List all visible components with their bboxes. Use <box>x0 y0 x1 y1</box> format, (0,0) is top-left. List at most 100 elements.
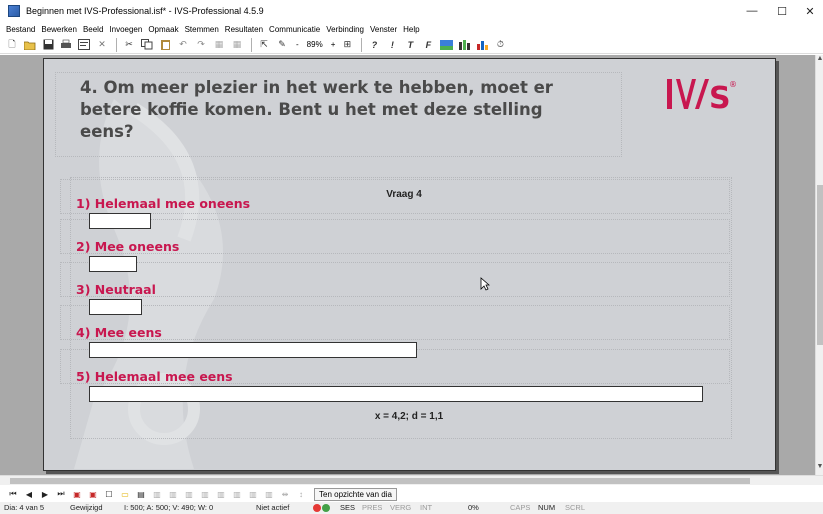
layout-4-icon[interactable]: ▥ <box>198 488 212 500</box>
menu-stemmen[interactable]: Stemmen <box>185 25 219 34</box>
pointer-icon[interactable]: ⇱ <box>256 38 272 52</box>
toolbar-separator <box>116 37 117 52</box>
properties-icon[interactable] <box>76 38 92 52</box>
new-file-icon[interactable]: 🗋 <box>4 38 20 52</box>
delete-icon[interactable]: ✕ <box>94 38 110 52</box>
save-icon[interactable] <box>40 38 56 52</box>
single-slide-icon[interactable]: ☐ <box>102 488 116 500</box>
toolbar-separator <box>251 37 252 52</box>
image-icon[interactable] <box>438 38 454 52</box>
menu-venster[interactable]: Venster <box>370 25 397 34</box>
status-percent: 0% <box>468 503 479 512</box>
close-button[interactable]: ✕ <box>795 0 823 22</box>
app-icon <box>8 5 20 17</box>
status-activity: Niet actief <box>256 503 290 512</box>
status-verg: VERG <box>390 503 412 512</box>
menu-help[interactable]: Help <box>403 25 419 34</box>
copy-icon[interactable] <box>139 38 155 52</box>
green-status-icon <box>322 504 330 512</box>
scroll-down-icon[interactable]: ▼ <box>816 463 823 473</box>
category-label-2: 2) Mee oneens <box>76 239 180 254</box>
vertical-scrollbar[interactable]: ▲ ▼ <box>815 55 823 475</box>
window-title: Beginnen met IVS-Professional.isf* - IVS… <box>26 6 264 16</box>
previous-slide-icon[interactable]: ◀ <box>22 488 36 500</box>
status-state: Gewijzigd <box>70 503 103 512</box>
svg-text:S: S <box>709 81 731 116</box>
zoom-in-button[interactable]: + <box>331 40 336 49</box>
menu-communicatie[interactable]: Communicatie <box>269 25 320 34</box>
menu-opmaak[interactable]: Opmaak <box>148 25 178 34</box>
question-title[interactable]: 4. Om meer plezier in het werk te hebben… <box>80 77 600 143</box>
question-icon[interactable]: ? <box>366 38 382 52</box>
layout-2-icon[interactable]: ▥ <box>166 488 180 500</box>
bar-1 <box>89 213 151 229</box>
bar-2 <box>89 256 137 272</box>
slide-paste-icon[interactable]: ▦ <box>229 38 245 52</box>
maximize-button[interactable]: ☐ <box>767 0 797 22</box>
menu-bestand[interactable]: Bestand <box>6 25 35 34</box>
menu-bar: Bestand Bewerken Beeld Invoegen Opmaak S… <box>0 22 823 36</box>
people-icon[interactable] <box>456 38 472 52</box>
layout-6-icon[interactable]: ▥ <box>230 488 244 500</box>
undo-icon[interactable]: ↶ <box>175 38 191 52</box>
menu-verbinding[interactable]: Verbinding <box>326 25 364 34</box>
bar-3 <box>89 299 142 315</box>
slide-sorter-icon[interactable]: ▤ <box>134 488 148 500</box>
chart-icon[interactable] <box>474 38 490 52</box>
open-folder-icon[interactable] <box>22 38 38 52</box>
distribute-icon[interactable]: ↕ <box>294 488 308 500</box>
timer-icon[interactable]: ⏱ <box>492 38 508 52</box>
slide-view-icon[interactable]: ▣ <box>70 488 84 500</box>
layout-3-icon[interactable]: ▥ <box>182 488 196 500</box>
slide-copy-icon[interactable]: ▦ <box>211 38 227 52</box>
horizontal-scroll-thumb[interactable] <box>10 478 750 484</box>
layout-5-icon[interactable]: ▥ <box>214 488 228 500</box>
category-label-3: 3) Neutraal <box>76 282 156 297</box>
category-label-5: 5) Helemaal mee eens <box>76 369 233 384</box>
yellow-slide-icon[interactable]: ▭ <box>118 488 132 500</box>
text-t-icon[interactable]: T <box>402 38 418 52</box>
status-bar: Dia: 4 van 5 Gewijzigd I: 500; A: 500; V… <box>0 502 823 514</box>
slide-canvas[interactable]: 4. Om meer plezier in het werk te hebben… <box>43 58 776 471</box>
horizontal-scrollbar[interactable] <box>0 475 823 485</box>
menu-invoegen[interactable]: Invoegen <box>109 25 142 34</box>
overview-button[interactable]: Ten opzichte van dia <box>314 487 397 501</box>
registered-mark: ® <box>729 80 737 89</box>
next-slide-icon[interactable]: ▶ <box>38 488 52 500</box>
layout-1-icon[interactable]: ▥ <box>150 488 164 500</box>
vertical-scroll-thumb[interactable] <box>817 185 823 345</box>
status-scrl: SCRL <box>565 503 586 512</box>
slide-workspace: 4. Om meer plezier in het werk te hebben… <box>0 55 815 475</box>
redo-icon[interactable]: ↷ <box>193 38 209 52</box>
menu-beeld[interactable]: Beeld <box>83 25 103 34</box>
red-status-icon <box>313 504 321 512</box>
pen-icon[interactable]: ✎ <box>274 38 290 52</box>
menu-resultaten[interactable]: Resultaten <box>225 25 263 34</box>
chart-statistics: x = 4,2; d = 1,1 <box>374 411 444 422</box>
status-counts: I: 500; A: 500; V: 490; W: 0 <box>124 503 214 512</box>
align-icon[interactable]: ⇹ <box>278 488 292 500</box>
zoom-level[interactable]: 89% <box>307 40 323 49</box>
main-toolbar: 🗋 ✕ ✂ ↶ ↷ ▦ ▦ ⇱ ✎ - 89% + ⊞ ? ! T F ⏱ <box>0 36 823 54</box>
bar-5 <box>89 386 703 402</box>
layout-7-icon[interactable]: ▥ <box>246 488 260 500</box>
status-slide: Dia: 4 van 5 <box>4 503 45 512</box>
fit-icon[interactable]: ⊞ <box>339 38 355 52</box>
slide-view-alt-icon[interactable]: ▣ <box>86 488 100 500</box>
exclamation-icon[interactable]: ! <box>384 38 400 52</box>
ivs-logo: S ® <box>667 79 737 116</box>
first-slide-icon[interactable]: ⏮ <box>6 488 20 500</box>
paste-icon[interactable] <box>157 38 173 52</box>
zoom-out-button[interactable]: - <box>296 40 299 49</box>
scroll-up-icon[interactable]: ▲ <box>816 55 823 65</box>
minimize-button[interactable]: — <box>737 0 767 22</box>
text-f-icon[interactable]: F <box>420 38 436 52</box>
print-icon[interactable] <box>58 38 74 52</box>
status-pres: PRES <box>362 503 383 512</box>
cut-icon[interactable]: ✂ <box>121 38 137 52</box>
menu-bewerken[interactable]: Bewerken <box>41 25 77 34</box>
toolbar-separator <box>361 37 363 52</box>
chart-title: Vraag 4 <box>386 189 422 200</box>
last-slide-icon[interactable]: ⏭ <box>54 488 68 500</box>
layout-8-icon[interactable]: ▥ <box>262 488 276 500</box>
